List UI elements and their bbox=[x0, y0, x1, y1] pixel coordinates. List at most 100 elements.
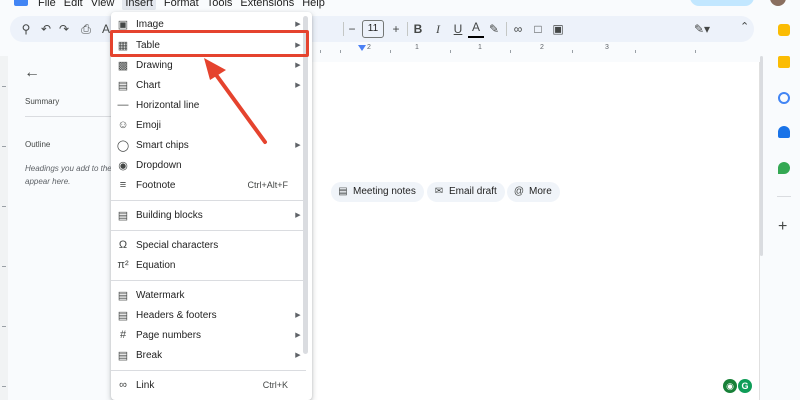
menu-item-smart-chips[interactable]: ◯ Smart chips ▶ bbox=[111, 135, 306, 155]
menu-item-label: Watermark bbox=[136, 289, 185, 301]
menu-tools[interactable]: Tools bbox=[207, 0, 233, 10]
menu-item-drawing[interactable]: ▩ Drawing ▶ bbox=[111, 55, 306, 75]
outline-heading: Outline bbox=[25, 140, 51, 149]
chip-label: Email draft bbox=[449, 186, 497, 197]
menu-item-label: Horizontal line bbox=[136, 99, 200, 111]
menu-item-building-blocks[interactable]: ▤ Building blocks ▶ bbox=[111, 205, 306, 225]
document-scrollbar[interactable] bbox=[760, 56, 763, 256]
image-icon: ▣ bbox=[117, 18, 129, 31]
avatar[interactable] bbox=[770, 0, 786, 6]
equation-icon: π² bbox=[117, 259, 129, 271]
menu-item-dropdown[interactable]: ◉ Dropdown bbox=[111, 155, 306, 175]
smart-chips-icon: ◯ bbox=[116, 139, 130, 152]
menu-item-headers-footers[interactable]: ▤ Headers & footers ▶ bbox=[111, 305, 306, 325]
menu-item-label: Headers & footers bbox=[136, 309, 217, 321]
print-icon[interactable]: ⎙ bbox=[78, 20, 94, 38]
menu-extensions[interactable]: Extensions bbox=[240, 0, 294, 10]
chip-label: More bbox=[529, 186, 552, 197]
ruler-label: 1 bbox=[415, 44, 419, 51]
close-outline-icon[interactable]: ← bbox=[24, 64, 40, 82]
italic-icon[interactable]: I bbox=[430, 20, 446, 38]
meeting-notes-chip[interactable]: ▤ Meeting notes bbox=[331, 182, 424, 202]
tasks-icon[interactable] bbox=[778, 92, 790, 104]
menu-item-special-characters[interactable]: Ω Special characters bbox=[111, 235, 306, 255]
add-icon[interactable]: + bbox=[778, 218, 787, 236]
ruler-tick bbox=[695, 50, 696, 53]
menu-insert[interactable]: Insert bbox=[122, 0, 156, 10]
menu-item-page-numbers[interactable]: # Page numbers ▶ bbox=[111, 325, 306, 345]
grammarly-icon[interactable]: G bbox=[738, 379, 752, 393]
menu-view[interactable]: View bbox=[91, 0, 115, 10]
side-panel: + bbox=[770, 14, 800, 400]
bold-icon[interactable]: B bbox=[410, 20, 426, 38]
indent-marker[interactable] bbox=[358, 45, 366, 51]
shortcut-label: Ctrl+K bbox=[262, 380, 288, 390]
insert-image-icon[interactable]: ▣ bbox=[550, 20, 566, 38]
add-comment-icon[interactable]: □ bbox=[530, 20, 546, 38]
more-chip[interactable]: @ More bbox=[507, 182, 560, 202]
chip-label: Meeting notes bbox=[353, 186, 416, 197]
menu-item-footnote[interactable]: ≡ Footnote Ctrl+Alt+F bbox=[111, 175, 306, 195]
explore-icon[interactable]: ◉ bbox=[723, 379, 737, 393]
menu-item-watermark[interactable]: ▤ Watermark bbox=[111, 285, 306, 305]
highlight-color-icon[interactable]: ✎ bbox=[486, 20, 502, 38]
docs-logo[interactable] bbox=[14, 0, 28, 6]
insert-link-icon[interactable]: ∞ bbox=[510, 20, 526, 38]
decrease-font-size-icon[interactable]: − bbox=[344, 20, 360, 38]
menu-item-label: Page numbers bbox=[136, 329, 202, 341]
menu-item-label: Image bbox=[136, 18, 164, 30]
menu-divider bbox=[111, 370, 306, 371]
underline-icon[interactable]: U bbox=[450, 20, 466, 38]
menu-item-label: Footnote bbox=[136, 179, 176, 191]
ruler-tick bbox=[2, 206, 6, 207]
ruler-tick bbox=[2, 146, 6, 147]
menu-item-chart[interactable]: ▤ Chart ▶ bbox=[111, 75, 306, 95]
menu-item-label: Equation bbox=[136, 259, 176, 271]
drawing-icon: ▩ bbox=[117, 59, 129, 72]
outline-hint: Headings you add to the appear here. bbox=[25, 162, 115, 188]
menu-format[interactable]: Format bbox=[164, 0, 199, 10]
maps-icon[interactable] bbox=[778, 162, 790, 174]
menu-edit[interactable]: Edit bbox=[64, 0, 83, 10]
menu-divider bbox=[111, 230, 306, 231]
watermark-icon: ▤ bbox=[117, 289, 129, 302]
contacts-icon[interactable] bbox=[778, 126, 790, 138]
search-menus-icon[interactable]: ⚲ bbox=[18, 20, 34, 38]
calendar-icon[interactable] bbox=[778, 24, 790, 36]
ruler-label: 1 bbox=[478, 44, 482, 51]
font-size-input[interactable]: 11 bbox=[362, 20, 384, 38]
ruler-label: 3 bbox=[605, 44, 609, 51]
outline-hint-line: appear here. bbox=[25, 177, 71, 186]
headers-footers-icon: ▤ bbox=[117, 309, 129, 322]
menu-help[interactable]: Help bbox=[302, 0, 325, 10]
editing-mode-icon[interactable]: ✎▾ bbox=[694, 20, 710, 38]
menu-item-link[interactable]: ∞ Link Ctrl+K bbox=[111, 375, 306, 395]
menu-item-label: Dropdown bbox=[136, 159, 182, 171]
share-button[interactable] bbox=[690, 0, 754, 6]
menu-item-label: Special characters bbox=[136, 239, 219, 251]
menu-item-horizontal-line[interactable]: — Horizontal line bbox=[111, 95, 306, 115]
emoji-icon: ☺ bbox=[117, 119, 129, 131]
undo-icon[interactable]: ↶ bbox=[38, 20, 54, 38]
link-icon: ∞ bbox=[119, 379, 127, 391]
redo-icon[interactable]: ↷ bbox=[56, 20, 72, 38]
menu-item-label: Building blocks bbox=[136, 209, 203, 221]
menu-item-label: Break bbox=[136, 349, 163, 361]
email-draft-chip[interactable]: ✉ Email draft bbox=[427, 182, 505, 202]
menu-item-emoji[interactable]: ☺ Emoji bbox=[111, 115, 306, 135]
ruler-tick bbox=[320, 50, 321, 53]
menu-file[interactable]: File bbox=[38, 0, 56, 10]
menu-scrollbar[interactable] bbox=[303, 16, 308, 354]
menu-item-break[interactable]: ▤ Break ▶ bbox=[111, 345, 306, 365]
ruler-tick bbox=[390, 50, 391, 53]
keep-icon[interactable] bbox=[778, 56, 790, 68]
email-icon: ✉ bbox=[434, 186, 444, 197]
collapse-toolbar-icon[interactable]: ⌃ bbox=[740, 20, 749, 33]
increase-font-size-icon[interactable]: + bbox=[388, 20, 404, 38]
rail-divider bbox=[777, 196, 791, 197]
document-icon: ▤ bbox=[338, 186, 348, 197]
document-page[interactable]: ▤ Meeting notes ✉ Email draft @ More bbox=[300, 62, 760, 400]
menu-item-equation[interactable]: π² Equation bbox=[111, 255, 306, 275]
page-numbers-icon: # bbox=[119, 329, 127, 341]
text-color-icon[interactable]: A bbox=[468, 20, 484, 38]
